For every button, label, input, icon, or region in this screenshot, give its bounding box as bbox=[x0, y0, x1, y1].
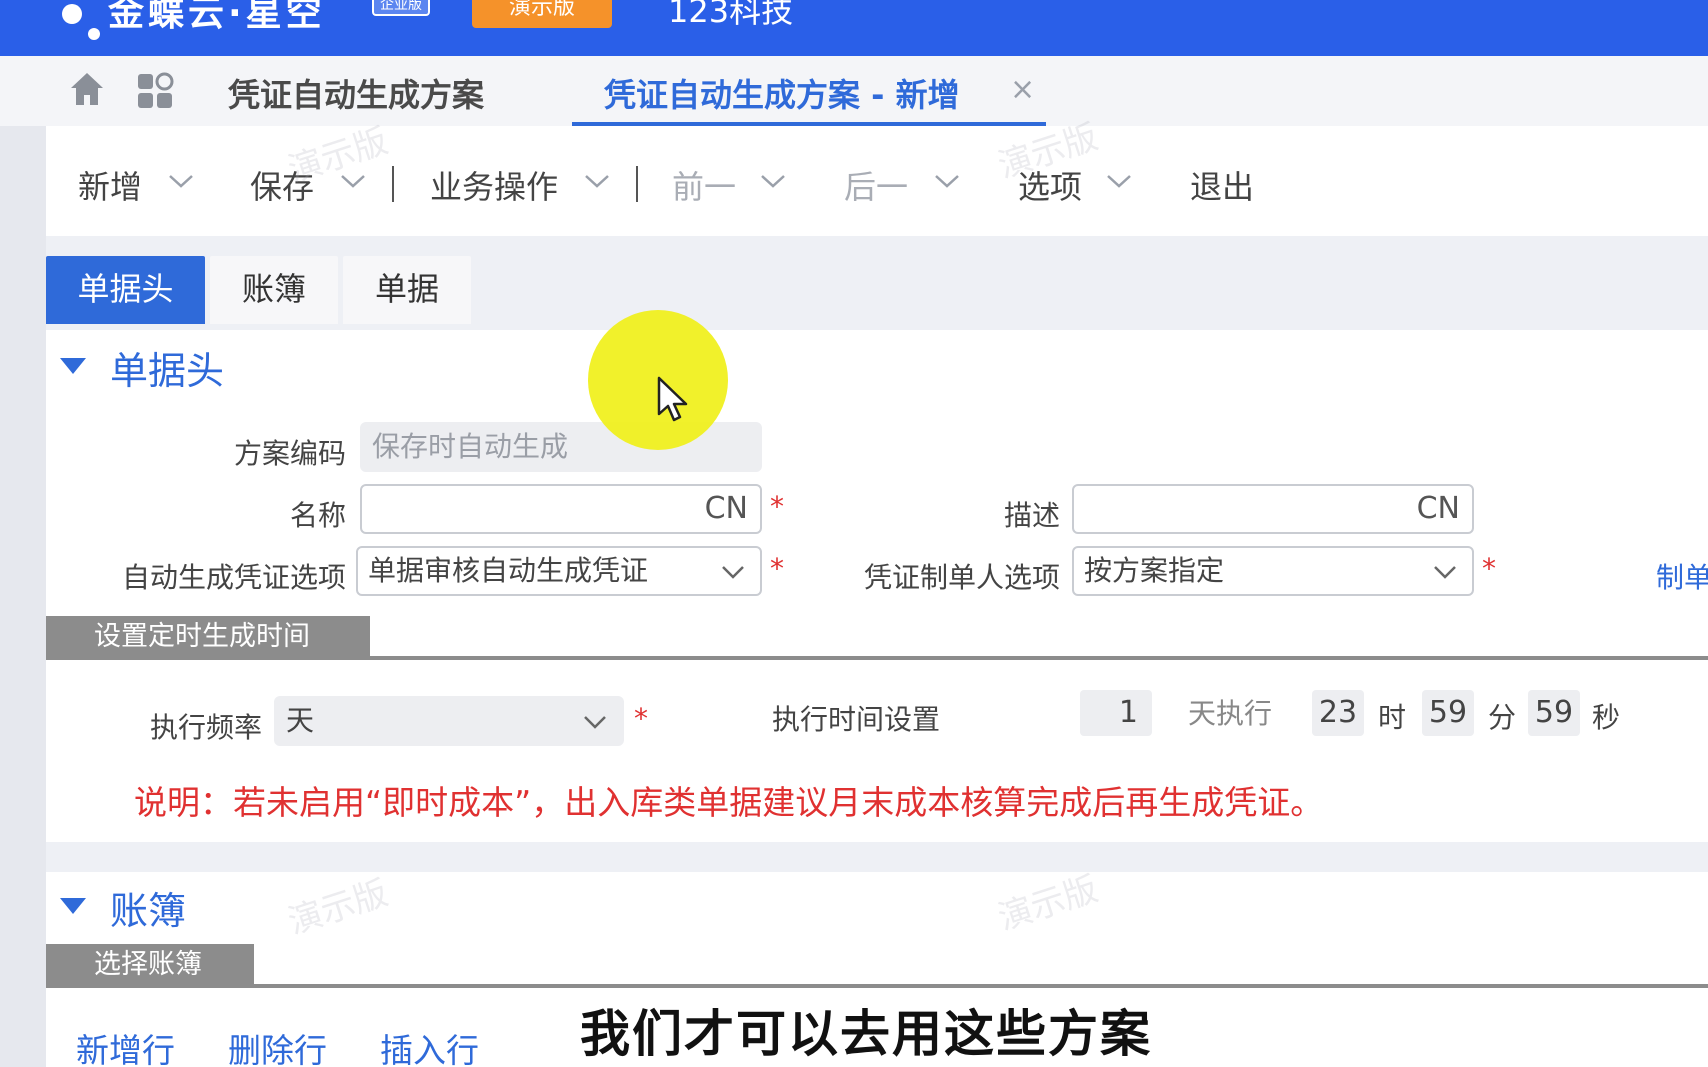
minute-unit: 分 bbox=[1488, 701, 1517, 734]
chevron-down-icon[interactable] bbox=[760, 172, 786, 190]
chevron-down-icon[interactable] bbox=[168, 172, 194, 190]
mouse-pointer-icon bbox=[657, 376, 688, 422]
required-mark: * bbox=[770, 552, 784, 585]
hour-input[interactable]: 23 bbox=[1312, 690, 1364, 736]
subheader-rule bbox=[46, 984, 1708, 988]
hour-unit: 时 bbox=[1378, 701, 1407, 734]
ledger-subheader: 选择账簿 bbox=[46, 944, 254, 988]
demo-badge: 演示版 bbox=[472, 0, 612, 28]
second-input[interactable]: 59 bbox=[1528, 690, 1580, 736]
company-name[interactable]: 123科技 bbox=[668, 0, 793, 32]
page-tab-strip: 凭证自动生成方案 凭证自动生成方案 - 新增 × bbox=[0, 56, 1708, 126]
business-ops-button[interactable]: 业务操作 bbox=[430, 162, 558, 208]
add-row-button[interactable]: 新增行 bbox=[76, 1024, 175, 1067]
required-mark: * bbox=[634, 702, 648, 735]
collapse-triangle-icon[interactable] bbox=[60, 358, 86, 374]
name-field[interactable]: CN bbox=[360, 484, 762, 534]
frequency-value: 天 bbox=[286, 704, 315, 737]
language-suffix: CN bbox=[1416, 491, 1460, 526]
tab-bill-header[interactable]: 单据头 bbox=[46, 256, 205, 324]
description-field[interactable]: CN bbox=[1072, 484, 1474, 534]
toolbar-divider bbox=[392, 166, 394, 202]
top-app-bar: 金蝶云·星空 企业版 演示版 123科技 bbox=[0, 0, 1708, 56]
maker-link[interactable]: 制单 bbox=[1656, 556, 1708, 596]
frequency-select[interactable]: 天 bbox=[274, 696, 624, 746]
maker-option-select[interactable]: 按方案指定 bbox=[1072, 546, 1474, 596]
tab-ledger[interactable]: 账簿 bbox=[210, 256, 338, 324]
chevron-down-icon[interactable] bbox=[1432, 564, 1458, 580]
exit-button[interactable]: 退出 bbox=[1190, 162, 1254, 208]
language-suffix: CN bbox=[704, 491, 748, 526]
prev-button[interactable]: 前一 bbox=[672, 162, 736, 208]
frequency-label: 执行频率 bbox=[149, 711, 262, 744]
brand-name: 金蝶云·星空 bbox=[108, 0, 326, 34]
tab-voucher-scheme[interactable]: 凭证自动生成方案 bbox=[228, 70, 484, 116]
name-label: 名称 bbox=[289, 499, 346, 532]
minute-input[interactable]: 59 bbox=[1422, 690, 1474, 736]
chevron-down-icon[interactable] bbox=[934, 172, 960, 190]
auto-option-select[interactable]: 单据审核自动生成凭证 bbox=[356, 546, 762, 596]
second-unit: 秒 bbox=[1592, 701, 1621, 734]
left-gutter bbox=[0, 126, 46, 1067]
required-mark: * bbox=[1482, 552, 1496, 585]
required-mark: * bbox=[770, 490, 784, 523]
auto-option-value: 单据审核自动生成凭证 bbox=[368, 554, 649, 587]
maker-option-label: 凭证制单人选项 bbox=[863, 561, 1060, 594]
home-icon[interactable] bbox=[68, 70, 106, 108]
insert-row-button[interactable]: 插入行 bbox=[380, 1024, 479, 1067]
toolbar-divider bbox=[636, 166, 638, 202]
delete-row-button[interactable]: 删除行 bbox=[228, 1024, 327, 1067]
schedule-subheader: 设置定时生成时间 bbox=[46, 616, 370, 660]
section-title-bill-header: 单据头 bbox=[110, 349, 225, 393]
apps-grid-icon[interactable] bbox=[136, 72, 174, 110]
description-label: 描述 bbox=[1003, 499, 1060, 532]
day-input[interactable]: 1 bbox=[1080, 690, 1152, 736]
day-unit: 天执行 bbox=[1188, 697, 1273, 730]
time-setting-label: 执行时间设置 bbox=[772, 703, 941, 736]
collapse-triangle-icon[interactable] bbox=[60, 898, 86, 914]
close-icon[interactable]: × bbox=[1010, 72, 1035, 107]
tab-bill[interactable]: 单据 bbox=[343, 256, 471, 324]
section-title-ledger: 账簿 bbox=[110, 889, 187, 933]
auto-option-label: 自动生成凭证选项 bbox=[121, 561, 346, 594]
chevron-down-icon[interactable] bbox=[1106, 172, 1132, 190]
maker-option-value: 按方案指定 bbox=[1084, 554, 1225, 587]
chevron-down-icon[interactable] bbox=[720, 564, 746, 580]
scheme-code-label: 方案编码 bbox=[233, 437, 346, 470]
edition-badge: 企业版 bbox=[372, 0, 430, 16]
video-subtitle: 我们才可以去用这些方案 bbox=[580, 1005, 1152, 1063]
brand-logo-icon bbox=[58, 0, 108, 50]
next-button[interactable]: 后一 bbox=[844, 162, 908, 208]
new-button[interactable]: 新增 bbox=[78, 162, 142, 208]
subheader-rule bbox=[46, 656, 1708, 660]
schedule-note: 说明：若未启用“即时成本”，出入库类单据建议月末成本核算完成后再生成凭证。 bbox=[134, 783, 1324, 822]
tab-voucher-scheme-new[interactable]: 凭证自动生成方案 - 新增 bbox=[604, 70, 960, 116]
chevron-down-icon[interactable] bbox=[584, 172, 610, 190]
chevron-down-icon[interactable] bbox=[582, 714, 608, 730]
